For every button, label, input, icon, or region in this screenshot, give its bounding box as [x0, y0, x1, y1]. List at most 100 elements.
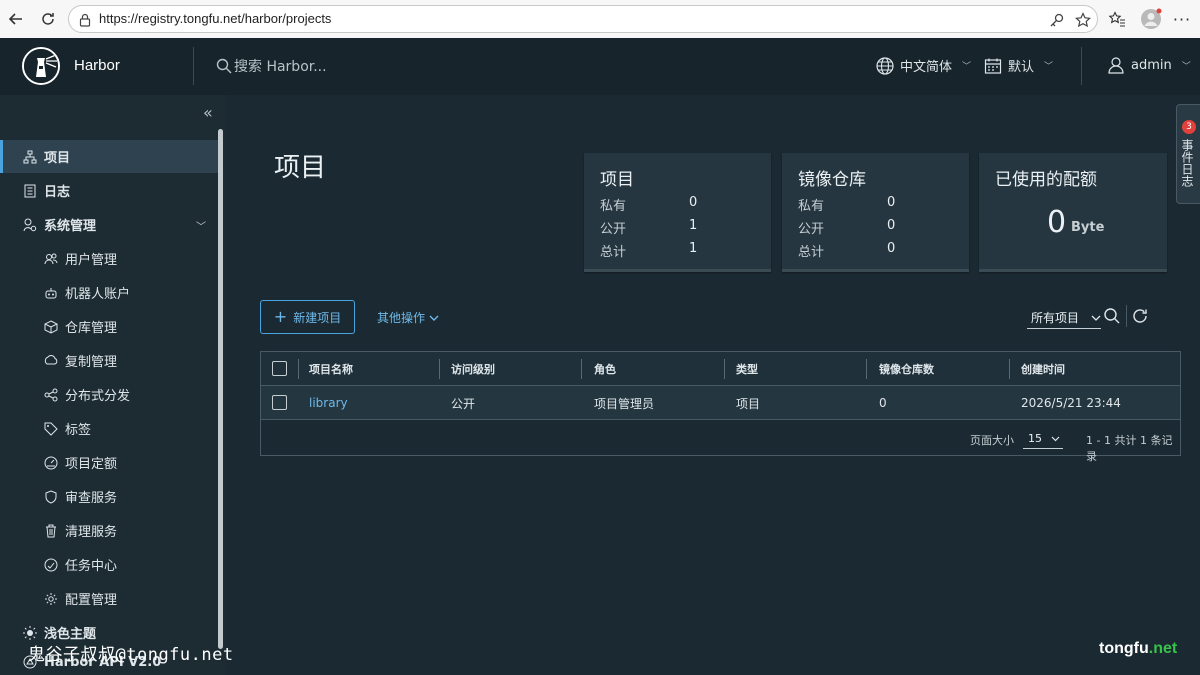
quota-unit: Byte: [1071, 220, 1105, 235]
projects-summary-card: 项目 私有 0 公开 1 总计 1: [584, 153, 771, 272]
project-filter-select[interactable]: 所有项目: [1027, 307, 1101, 329]
sidebar-item-label: 配置管理: [65, 593, 118, 608]
new-project-label: 新建项目: [293, 310, 342, 325]
card-title: 已使用的配额: [995, 170, 1097, 190]
projects-icon: [22, 149, 38, 165]
globe-icon: [876, 56, 894, 75]
language-label: 中文简体: [900, 60, 953, 75]
new-project-button[interactable]: + 新建项目: [260, 300, 355, 334]
event-log-tab[interactable]: 3 事件日志: [1176, 104, 1200, 204]
sidebar-item-robot-accounts[interactable]: 机器人账户: [0, 276, 218, 309]
cell-type: 项目: [736, 396, 761, 411]
sidebar-item-job-service[interactable]: 任务中心: [0, 548, 218, 581]
column-header-creation-time[interactable]: 创建时间: [1021, 352, 1065, 386]
sidebar-item-users[interactable]: 用户管理: [0, 242, 218, 275]
event-log-label: 事件日志: [1180, 139, 1194, 187]
user-menu[interactable]: admin ﹀: [1107, 56, 1191, 74]
refresh-icon[interactable]: [1131, 307, 1149, 329]
column-header-access-level[interactable]: 访问级别: [451, 352, 495, 386]
logs-icon: [22, 183, 38, 199]
stat-value: 0: [887, 218, 896, 233]
row-checkbox[interactable]: [272, 395, 287, 410]
key-icon[interactable]: [1049, 12, 1065, 32]
cell-role: 项目管理员: [594, 396, 655, 411]
global-search[interactable]: 搜索 Harbor...: [216, 56, 327, 76]
column-header-repo-count[interactable]: 镜像仓库数: [879, 352, 934, 386]
sidebar-item-distributions[interactable]: 分布式分发: [0, 378, 218, 411]
stat-label: 公开: [600, 222, 627, 237]
stat-value: 1: [689, 218, 698, 233]
sidebar-item-registries[interactable]: 仓库管理: [0, 310, 218, 343]
reload-button[interactable]: [38, 9, 58, 29]
other-actions-dropdown[interactable]: 其他操作: [377, 309, 439, 326]
sidebar-item-configuration[interactable]: 配置管理: [0, 582, 218, 615]
sidebar: « 项目 日志 系统管理 ﹀ 用户管理 机器人账户 仓库管理 复制管理 分布式分…: [0, 95, 226, 675]
lock-icon: [79, 12, 91, 31]
users-icon: [43, 251, 59, 267]
header-divider: [1081, 47, 1082, 85]
sidebar-scrollbar[interactable]: [218, 129, 223, 649]
sun-icon: [22, 625, 38, 641]
toolbar-divider: [1126, 305, 1127, 327]
harbor-logo[interactable]: [22, 47, 60, 85]
projects-table: 项目名称 访问级别 角色 类型 镜像仓库数 创建时间 library 公开 项目…: [260, 351, 1181, 463]
profile-button[interactable]: [1140, 8, 1162, 30]
repositories-summary-card: 镜像仓库 私有 0 公开 0 总计 0: [782, 153, 969, 272]
stat-value: 0: [887, 241, 896, 256]
column-header-type[interactable]: 类型: [736, 352, 758, 386]
column-header-name[interactable]: 项目名称: [309, 352, 353, 386]
favorites-button[interactable]: [1107, 9, 1127, 29]
task-icon: [43, 557, 59, 573]
stat-label: 私有: [798, 199, 825, 214]
sidebar-item-replications[interactable]: 复制管理: [0, 344, 218, 377]
header-divider: [193, 47, 194, 85]
chevron-down-icon: ﹀: [196, 222, 206, 233]
more-button[interactable]: ···: [1172, 9, 1192, 29]
stat-value: 0: [887, 195, 896, 210]
filter-label: 所有项目: [1031, 311, 1080, 325]
sidebar-item-interrogation[interactable]: 审查服务: [0, 480, 218, 513]
page-size-label: 页面大小: [970, 434, 1014, 447]
sidebar-item-clean-up[interactable]: 清理服务: [0, 514, 218, 547]
sidebar-item-label: 用户管理: [65, 253, 118, 268]
theme-selector[interactable]: 默认 ﹀: [984, 56, 1053, 75]
column-header-role[interactable]: 角色: [594, 352, 616, 386]
chevron-down-icon: ﹀: [1044, 62, 1054, 72]
admin-icon: [22, 217, 38, 233]
sidebar-item-label: 标签: [65, 423, 92, 438]
reload-icon: [42, 13, 54, 25]
stat-label: 总计: [798, 245, 825, 260]
sidebar-item-projects[interactable]: 项目: [0, 140, 218, 173]
arrow-left-icon: [8, 13, 22, 25]
back-button[interactable]: [6, 9, 26, 29]
column-separator: [439, 359, 440, 379]
table-row[interactable]: library 公开 项目管理员 项目 0 2026/5/21 23:44: [261, 386, 1180, 420]
search-placeholder[interactable]: 搜索 Harbor...: [234, 56, 327, 76]
page-size-select[interactable]: 15: [1023, 429, 1063, 449]
shield-icon: [43, 489, 59, 505]
project-name-link[interactable]: library: [309, 386, 348, 420]
language-selector[interactable]: 中文简体 ﹀: [876, 56, 971, 75]
tag-icon: [43, 421, 59, 437]
sidebar-item-logs[interactable]: 日志: [0, 174, 218, 207]
favorites-icon: [1108, 11, 1125, 27]
search-icon[interactable]: [1103, 307, 1121, 329]
replication-icon: [43, 353, 59, 369]
theme-label: 默认: [1008, 60, 1035, 75]
select-all-checkbox[interactable]: [272, 361, 287, 376]
sidebar-item-quotas[interactable]: 项目定额: [0, 446, 218, 479]
address-bar[interactable]: https://registry.tongfu.net/harbor/proje…: [68, 5, 1098, 33]
event-count-badge: 3: [1182, 120, 1196, 134]
sidebar-item-label: 任务中心: [65, 559, 118, 574]
stat-label: 总计: [600, 245, 627, 260]
other-actions-label: 其他操作: [377, 311, 426, 325]
chevron-down-icon: [429, 315, 439, 321]
sidebar-item-labels[interactable]: 标签: [0, 412, 218, 445]
gear-icon: [43, 591, 59, 607]
collapse-sidebar-icon[interactable]: «: [203, 103, 213, 122]
registry-icon: [43, 319, 59, 335]
sidebar-item-administration[interactable]: 系统管理 ﹀: [0, 208, 218, 241]
star-icon[interactable]: [1075, 12, 1091, 32]
user-icon: [1108, 57, 1124, 74]
url-text[interactable]: https://registry.tongfu.net/harbor/proje…: [99, 11, 331, 26]
